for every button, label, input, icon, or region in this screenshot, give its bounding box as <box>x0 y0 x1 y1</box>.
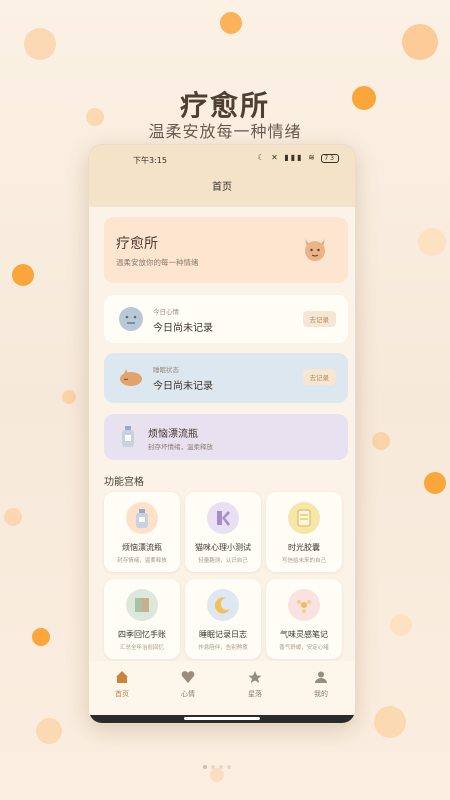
decor-dot <box>374 706 406 738</box>
tab-label: 心情 <box>181 690 195 698</box>
decor-dot <box>4 508 22 526</box>
section-title: 功能宫格 <box>104 477 144 488</box>
neutral-face-icon <box>119 307 143 331</box>
tab-home[interactable]: 首页 <box>102 669 142 699</box>
decor-dot <box>418 228 446 256</box>
heart-icon <box>168 669 208 687</box>
tile-title: 猫咪心理小测试 <box>195 543 251 552</box>
nav-title: 首页 <box>89 171 355 207</box>
status-icons: ☾ ✕ ▮▮▮ ≋ 73 <box>257 153 339 163</box>
decor-dot <box>32 628 50 646</box>
mood-card[interactable]: 今日心情 今日尚未记录 去记录 <box>104 295 348 343</box>
tile-journal[interactable]: 四季回忆手账 汇总全年治愈回忆 <box>104 579 180 659</box>
cat-test-icon <box>207 502 239 534</box>
tile-subtitle: 香气舒缓，安定心绪 <box>279 645 329 651</box>
star-icon <box>235 669 275 687</box>
journal-icon <box>126 589 158 621</box>
bottle-icon <box>126 502 158 534</box>
signal-icon: ▮▮▮ <box>284 153 304 162</box>
tile-bottle[interactable]: 烦恼漂流瓶 封存情绪，温柔释放 <box>104 492 180 572</box>
fox-icon <box>305 239 325 261</box>
page-indicator <box>201 754 233 773</box>
decor-dot <box>402 24 438 60</box>
sleep-record-button[interactable]: 去记录 <box>302 369 336 385</box>
bottle-subtitle: 封存坏情绪，温柔释放 <box>148 443 213 451</box>
moon-icon <box>207 589 239 621</box>
tile-title: 气味灵感笔记 <box>280 630 328 639</box>
phone-frame: 下午3:15 ☾ ✕ ▮▮▮ ≋ 73 首页 疗愈所 温柔安放你的每一种情绪 今… <box>88 144 356 724</box>
status-bar: 下午3:15 ☾ ✕ ▮▮▮ ≋ 73 <box>89 145 355 171</box>
decor-dot <box>424 472 446 494</box>
sleep-card[interactable]: 睡眠状态 今日尚未记录 去记录 <box>104 353 348 403</box>
tile-subtitle: 写信给未来的自己 <box>281 558 326 564</box>
banner-card[interactable]: 疗愈所 温柔安放你的每一种情绪 <box>104 217 348 283</box>
tile-subtitle: 作息陪伴，告别熬夜 <box>198 645 248 651</box>
mood-record-button[interactable]: 去记录 <box>302 311 336 327</box>
tile-scent[interactable]: 气味灵感笔记 香气舒缓，安定心绪 <box>266 579 342 659</box>
capsule-icon <box>288 502 320 534</box>
sleep-value: 今日尚未记录 <box>153 381 213 392</box>
bottle-title: 烦恼漂流瓶 <box>148 429 198 440</box>
decor-dot <box>12 264 34 286</box>
main-content: 疗愈所 温柔安放你的每一种情绪 今日心情 今日尚未记录 去记录 睡眠状态 今日尚… <box>89 207 355 661</box>
decor-dot <box>62 390 76 404</box>
sleeping-cat-icon <box>120 369 142 386</box>
decor-dot <box>390 614 412 636</box>
bottle-icon <box>122 426 134 447</box>
battery-icon: 73 <box>321 154 339 163</box>
tile-capsule[interactable]: 时光胶囊 写信给未来的自己 <box>266 492 342 572</box>
decor-dot <box>220 12 242 34</box>
scent-icon <box>288 589 320 621</box>
tile-subtitle: 轻量趣测，认识自己 <box>198 558 248 564</box>
mood-label: 今日心情 <box>153 308 179 316</box>
mute-icon: ✕ <box>271 153 280 162</box>
hero-subtitle: 温柔安放每一种情绪 <box>148 122 302 141</box>
tab-label: 星落 <box>248 690 262 698</box>
tile-title: 烦恼漂流瓶 <box>122 543 162 552</box>
banner-title: 疗愈所 <box>116 236 158 252</box>
tile-title: 四季回忆手账 <box>118 630 166 639</box>
tab-stars[interactable]: 星落 <box>235 669 275 699</box>
tile-title: 时光胶囊 <box>288 543 320 552</box>
banner-subtitle: 温柔安放你的每一种情绪 <box>116 258 199 267</box>
tile-title: 睡眠记录日志 <box>199 630 247 639</box>
tab-label: 我的 <box>314 690 328 698</box>
mood-value: 今日尚未记录 <box>153 323 213 334</box>
bottle-card[interactable]: 烦恼漂流瓶 封存坏情绪，温柔释放 <box>104 414 348 460</box>
user-icon <box>301 669 341 687</box>
tile-subtitle: 汇总全年治愈回忆 <box>119 645 164 651</box>
home-icon <box>102 669 142 687</box>
decor-dot <box>24 28 56 60</box>
home-indicator <box>89 715 355 723</box>
wifi-icon: ≋ <box>308 153 317 162</box>
tile-cat-test[interactable]: 猫咪心理小测试 轻量趣测，认识自己 <box>185 492 261 572</box>
tile-subtitle: 封存情绪，温柔释放 <box>117 558 167 564</box>
tab-mood[interactable]: 心情 <box>168 669 208 699</box>
tile-sleep-log[interactable]: 睡眠记录日志 作息陪伴，告别熬夜 <box>185 579 261 659</box>
tab-label: 首页 <box>115 690 129 698</box>
moon-icon: ☾ <box>257 153 267 162</box>
status-time: 下午3:15 <box>133 156 167 165</box>
tab-bar: 首页 心情 星落 我的 <box>89 661 355 715</box>
decor-dot <box>36 718 62 744</box>
tab-profile[interactable]: 我的 <box>301 669 341 699</box>
sleep-label: 睡眠状态 <box>153 366 179 374</box>
decor-dot <box>372 432 390 450</box>
